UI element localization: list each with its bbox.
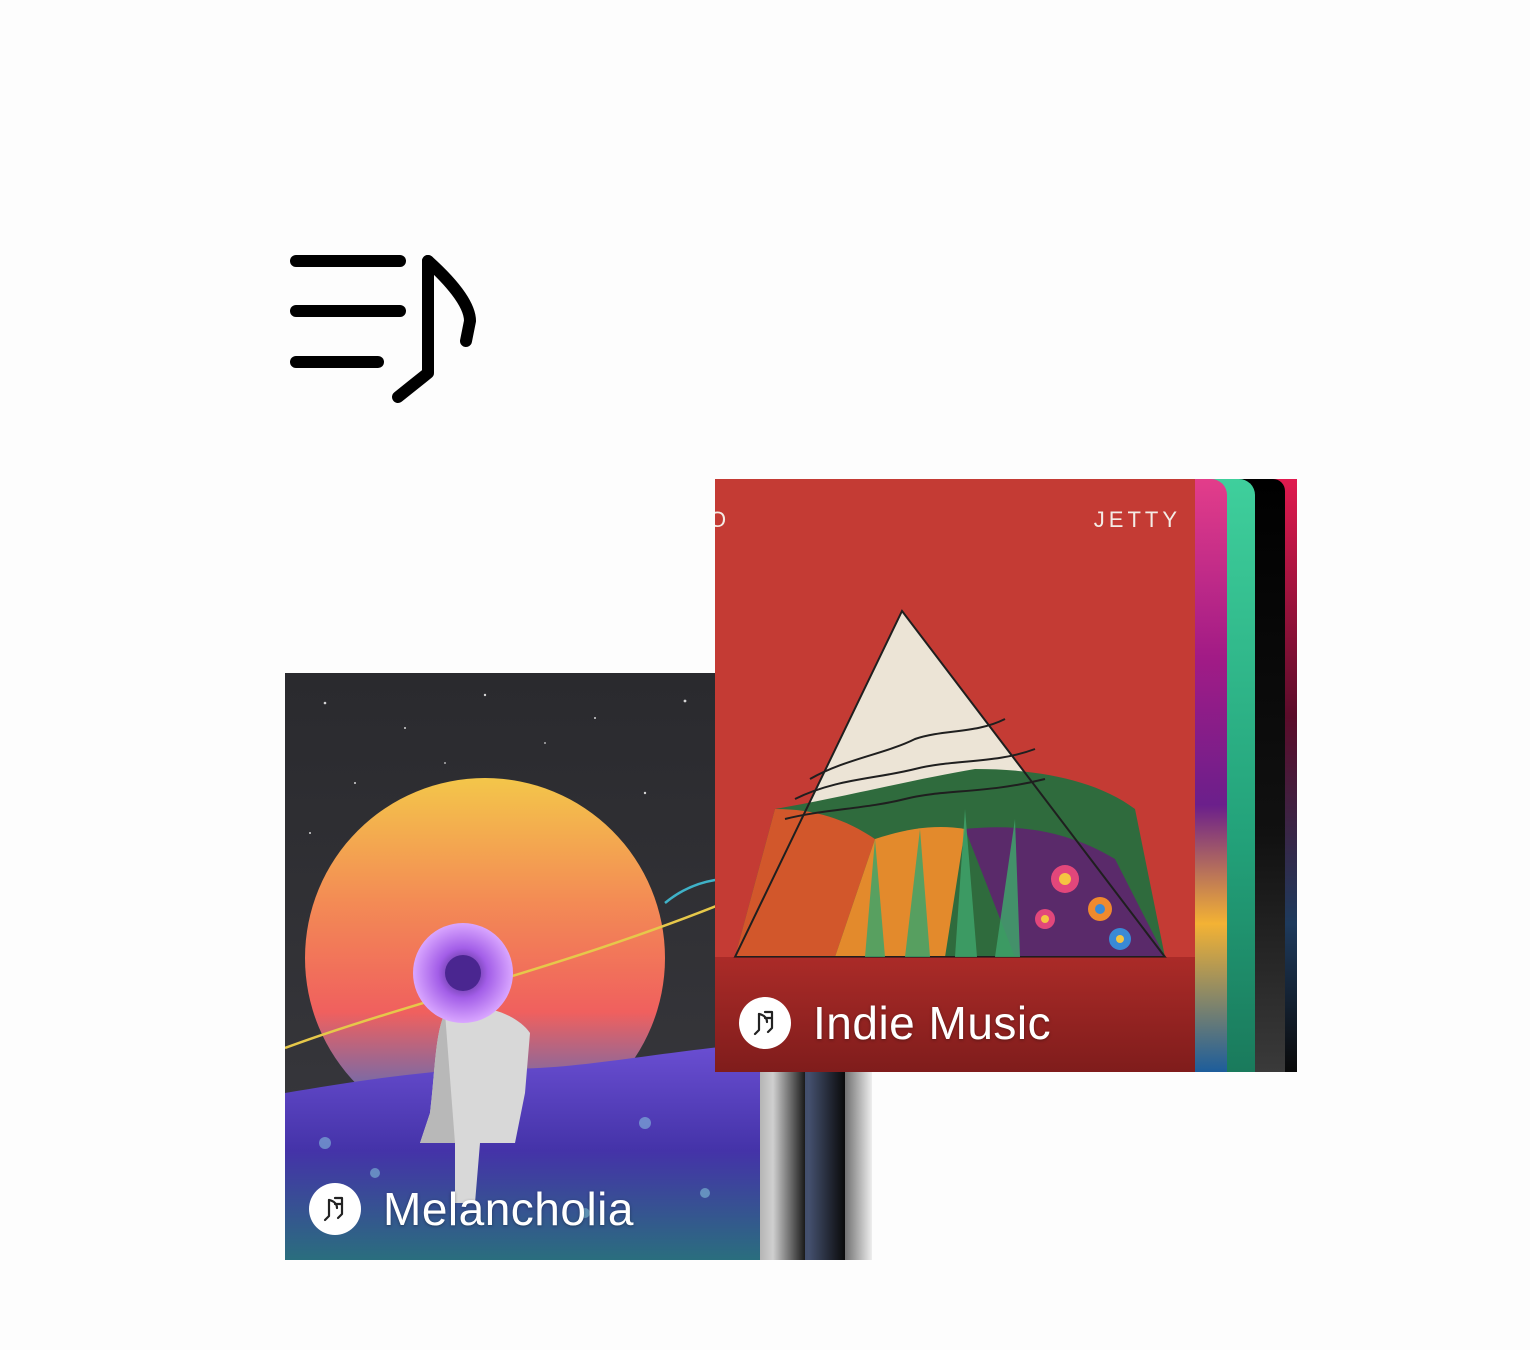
music-note-icon (309, 1183, 361, 1235)
playlist-title: Melancholia (383, 1183, 634, 1235)
playlist-showcase: Melancholia O JETTY Indie Music (0, 0, 1530, 1350)
playlist-title: Indie Music (813, 997, 1052, 1049)
cover-text: JETTY (1093, 507, 1181, 532)
cover-text: O (715, 507, 727, 532)
card-label: Melancholia (309, 1182, 634, 1236)
melancholia-cover-art: Melancholia (285, 673, 760, 1260)
indie-music-cover-art: O JETTY Indie Music (715, 479, 1195, 1072)
music-note-icon (739, 997, 791, 1049)
playlist-card-indie-music[interactable]: O JETTY Indie Music (715, 479, 1297, 1072)
playlist-music-icon (280, 245, 490, 415)
card-label: Indie Music (739, 996, 1051, 1050)
